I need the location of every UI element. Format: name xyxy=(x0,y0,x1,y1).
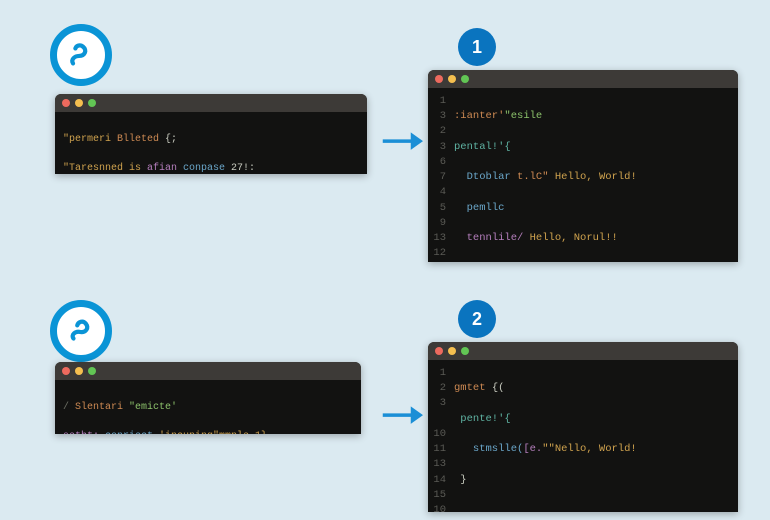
editor-output-1: 132367459131211 :ianter'"esile pental!'{… xyxy=(428,70,738,262)
line-gutter: 123 101113141510 xyxy=(428,366,454,512)
editor-body: "permeri Blleted {; "Taresnned is afian … xyxy=(55,112,367,174)
editor-titlebar xyxy=(428,342,738,360)
minimize-icon[interactable] xyxy=(448,75,456,83)
editor-body: 132367459131211 :ianter'"esile pental!'{… xyxy=(428,88,738,262)
curl-icon xyxy=(66,316,96,346)
curl-icon xyxy=(66,40,96,70)
snake-icon-badge xyxy=(50,24,112,86)
step-number-1: 1 xyxy=(458,28,496,66)
close-icon[interactable] xyxy=(435,347,443,355)
arrow-icon xyxy=(381,128,423,154)
arrow-icon xyxy=(381,402,423,428)
editor-titlebar xyxy=(55,362,361,380)
line-gutter: 132367459131211 xyxy=(428,94,454,262)
step-1-section: 1 "permeri Blleted {; "Taresnned is afia… xyxy=(0,18,770,258)
close-icon[interactable] xyxy=(62,99,70,107)
zoom-icon[interactable] xyxy=(461,347,469,355)
close-icon[interactable] xyxy=(435,75,443,83)
step-number-2: 2 xyxy=(458,300,496,338)
editor-input-2: / Slentari "emicte' setbt; conriect 'inc… xyxy=(55,362,361,434)
close-icon[interactable] xyxy=(62,367,70,375)
editor-body: 123 101113141510 gmtet {( pente!'{ stmsl… xyxy=(428,360,738,512)
editor-titlebar xyxy=(428,70,738,88)
zoom-icon[interactable] xyxy=(88,367,96,375)
editor-input-1: "permeri Blleted {; "Taresnned is afian … xyxy=(55,94,367,174)
editor-body: / Slentari "emicte' setbt; conriect 'inc… xyxy=(55,380,361,434)
minimize-icon[interactable] xyxy=(448,347,456,355)
step-2-section: 2 / Slentari "emicte' setbt; conriect 'i… xyxy=(0,300,770,520)
editor-titlebar xyxy=(55,94,367,112)
zoom-icon[interactable] xyxy=(461,75,469,83)
minimize-icon[interactable] xyxy=(75,99,83,107)
minimize-icon[interactable] xyxy=(75,367,83,375)
zoom-icon[interactable] xyxy=(88,99,96,107)
snake-icon-badge xyxy=(50,300,112,362)
editor-output-2: 123 101113141510 gmtet {( pente!'{ stmsl… xyxy=(428,342,738,512)
